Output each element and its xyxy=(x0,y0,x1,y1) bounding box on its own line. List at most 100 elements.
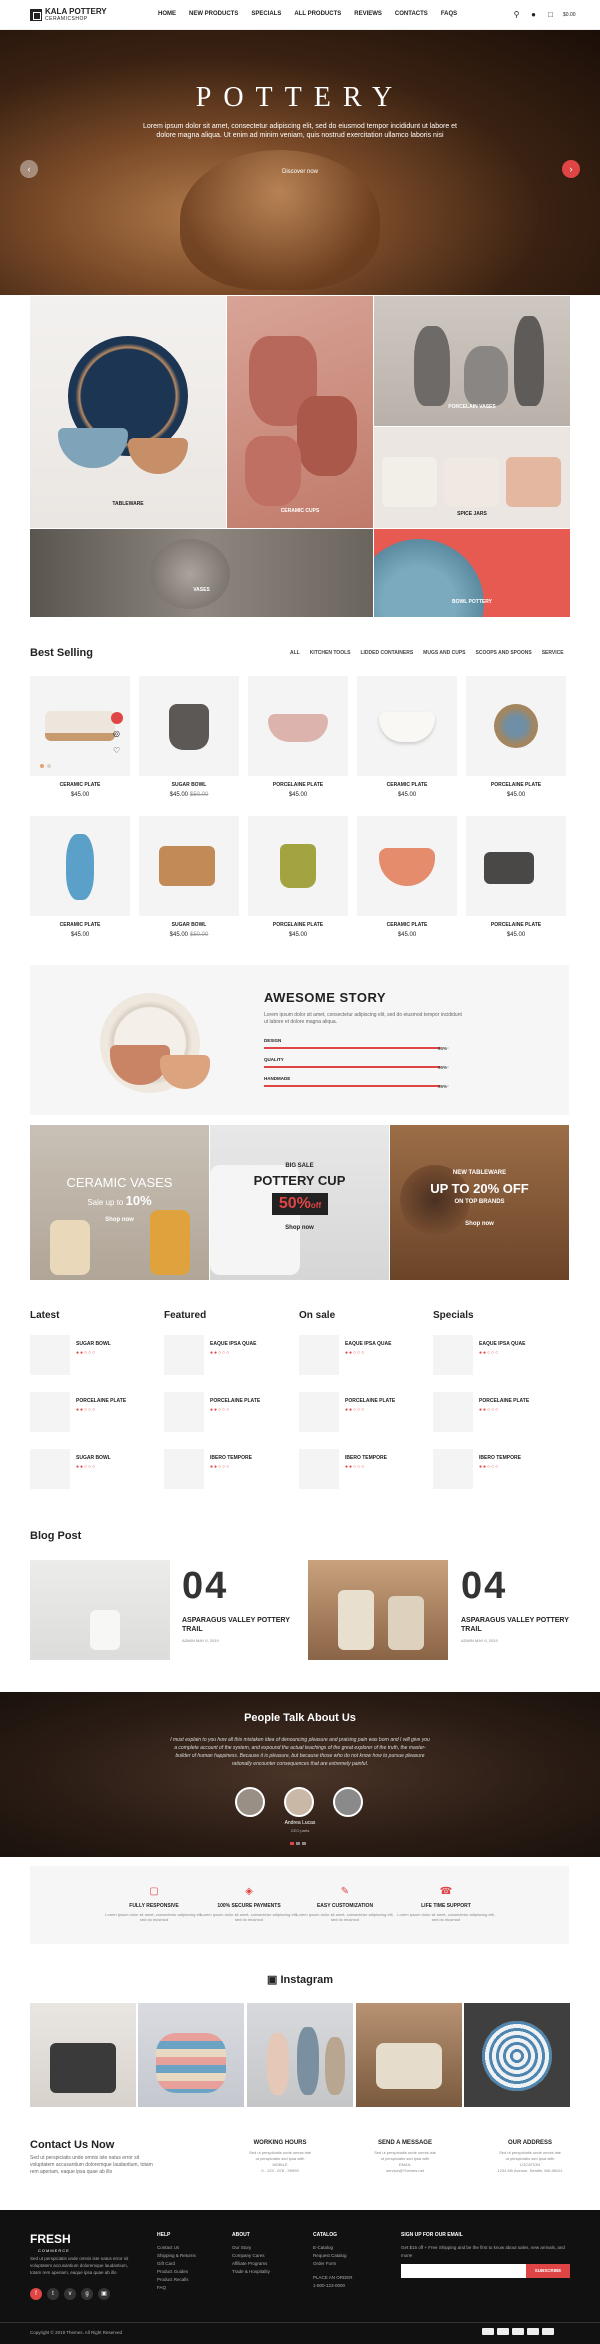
discover-button[interactable]: Discover now xyxy=(275,166,325,178)
footer-link[interactable]: Trade & Hospitality xyxy=(232,2268,270,2276)
avatar[interactable] xyxy=(333,1787,363,1817)
list-item[interactable]: IBERO TEMPORE ●●○○○ xyxy=(164,1449,294,1499)
tab-lidded-containers[interactable]: LIDDED CONTAINERS xyxy=(360,650,413,656)
footer-link[interactable]: Shipping & Returns xyxy=(157,2252,196,2260)
list-item[interactable]: PORCELAINE PLATE ●●○○○ xyxy=(299,1392,429,1442)
instagram-photo[interactable] xyxy=(30,2003,136,2107)
dot[interactable] xyxy=(296,1842,300,1845)
list-item[interactable]: EAQUE IPSA QUAE ●●○○○ xyxy=(433,1335,563,1385)
category-vases[interactable]: VASES xyxy=(30,529,373,617)
product-card[interactable]: SUGAR BOWL $45.00 $50.00 xyxy=(139,676,239,798)
item-image[interactable] xyxy=(299,1335,339,1375)
facebook-icon[interactable]: f xyxy=(30,2288,42,2300)
instagram-photo[interactable] xyxy=(464,2003,570,2107)
footer-link[interactable]: Affiliate Programs xyxy=(232,2260,270,2268)
instagram-photo[interactable] xyxy=(247,2003,353,2107)
footer-link[interactable]: Company Cares xyxy=(232,2252,270,2260)
google-plus-icon[interactable]: g xyxy=(81,2288,93,2300)
product-name[interactable]: PORCELAINE PLATE xyxy=(466,782,566,788)
item-image[interactable] xyxy=(433,1335,473,1375)
product-name[interactable]: PORCELAINE PLATE xyxy=(466,922,566,928)
item-name[interactable]: EAQUE IPSA QUAE xyxy=(479,1341,526,1347)
footer-link[interactable]: Our Story xyxy=(232,2244,270,2252)
list-item[interactable]: IBERO TEMPORE ●●○○○ xyxy=(299,1449,429,1499)
blog-image[interactable] xyxy=(308,1560,448,1660)
product-name[interactable]: CERAMIC PLATE xyxy=(357,922,457,928)
blog-image[interactable] xyxy=(30,1560,170,1660)
footer-link[interactable]: 1-800-123-0000 xyxy=(313,2282,353,2290)
item-image[interactable] xyxy=(30,1335,70,1375)
shop-now-button[interactable]: Shop now xyxy=(390,1221,569,1227)
dot[interactable] xyxy=(302,1842,306,1845)
footer-link[interactable]: Contact Us xyxy=(157,2244,196,2252)
product-card[interactable]: PORCELAINE PLATE $45.00 xyxy=(248,816,348,938)
item-image[interactable] xyxy=(299,1449,339,1489)
category-ceramic-cups[interactable]: CERAMIC CUPS xyxy=(227,296,373,528)
product-name[interactable]: CERAMIC PLATE xyxy=(30,922,130,928)
shop-now-button[interactable]: Shop now xyxy=(30,1217,209,1223)
footer-link[interactable]: Product Guides xyxy=(157,2268,196,2276)
product-image[interactable] xyxy=(139,676,239,776)
footer-link[interactable]: E-Catalog xyxy=(313,2244,353,2252)
item-name[interactable]: PORCELAINE PLATE xyxy=(479,1398,529,1404)
item-image[interactable] xyxy=(433,1392,473,1432)
logo[interactable]: KALA POTTERY CERAMICSHOP xyxy=(30,7,125,23)
product-card[interactable]: PORCELAINE PLATE $45.00 xyxy=(466,816,566,938)
wishlist-icon[interactable] xyxy=(111,712,123,724)
tab-service[interactable]: SERVICE xyxy=(542,650,564,656)
product-name[interactable]: SUGAR BOWL xyxy=(139,922,239,928)
item-image[interactable] xyxy=(299,1392,339,1432)
product-name[interactable]: CERAMIC PLATE xyxy=(357,782,457,788)
item-name[interactable]: IBERO TEMPORE xyxy=(210,1455,252,1461)
item-image[interactable] xyxy=(30,1392,70,1432)
product-image[interactable] xyxy=(466,676,566,776)
list-item[interactable]: EAQUE IPSA QUAE ●●○○○ xyxy=(164,1335,294,1385)
quickview-icon[interactable]: ◎ xyxy=(113,729,120,738)
instagram-icon[interactable]: ▣ xyxy=(98,2288,110,2300)
product-name[interactable]: PORCELAINE PLATE xyxy=(248,922,348,928)
newsletter-email-input[interactable] xyxy=(401,2264,526,2278)
item-name[interactable]: PORCELAINE PLATE xyxy=(210,1398,260,1404)
footer-link[interactable]: Product Recalls xyxy=(157,2276,196,2284)
swatch-icon[interactable] xyxy=(40,764,44,768)
blog-post-title[interactable]: ASPARAGUS VALLEY POTTERY TRAIL xyxy=(461,1616,571,1634)
footer-link[interactable]: FAQ xyxy=(157,2284,196,2292)
item-name[interactable]: IBERO TEMPORE xyxy=(345,1455,387,1461)
tab-scoops-spoons[interactable]: SCOOPS AND SPOONS xyxy=(476,650,532,656)
product-name[interactable]: SUGAR BOWL xyxy=(139,782,239,788)
list-item[interactable]: PORCELAINE PLATE ●●○○○ xyxy=(30,1392,160,1442)
dot-active[interactable] xyxy=(290,1842,294,1845)
product-image[interactable] xyxy=(248,816,348,916)
product-image[interactable] xyxy=(30,816,130,916)
footer-link[interactable]: Gift Card xyxy=(157,2260,196,2268)
item-image[interactable] xyxy=(433,1449,473,1489)
cart-total[interactable]: $0.00 xyxy=(563,12,576,18)
instagram-photo[interactable] xyxy=(138,2003,244,2107)
slider-prev-icon[interactable]: ‹ xyxy=(20,160,38,178)
avatar[interactable] xyxy=(284,1787,314,1817)
product-image[interactable] xyxy=(357,816,457,916)
nav-specials[interactable]: SPECIALS xyxy=(251,11,281,21)
cart-icon[interactable]: □ xyxy=(546,10,555,19)
item-image[interactable] xyxy=(164,1335,204,1375)
banner-ceramic-vases[interactable]: CERAMIC VASES Sale up to 10% Shop now xyxy=(30,1125,209,1280)
list-item[interactable]: PORCELAINE PLATE ●●○○○ xyxy=(433,1392,563,1442)
product-image[interactable] xyxy=(139,816,239,916)
list-item[interactable]: SUGAR BOWL ●●○○○ xyxy=(30,1449,160,1499)
category-bowl-pottery[interactable]: BOWL POTTERY xyxy=(374,529,570,617)
footer-link[interactable]: PLACE AN ORDER xyxy=(313,2274,353,2282)
search-icon[interactable]: ⚲ xyxy=(512,10,521,19)
avatar[interactable] xyxy=(235,1787,265,1817)
list-item[interactable]: EAQUE IPSA QUAE ●●○○○ xyxy=(299,1335,429,1385)
swatch-icon[interactable] xyxy=(47,764,51,768)
product-image[interactable] xyxy=(357,676,457,776)
item-image[interactable] xyxy=(30,1449,70,1489)
product-card[interactable]: CERAMIC PLATE $45.00 xyxy=(357,816,457,938)
compare-icon[interactable]: ♡ xyxy=(113,746,120,755)
product-card[interactable]: ◎ ♡ CERAMIC PLATE $45.00 xyxy=(30,676,130,798)
nav-reviews[interactable]: REVIEWS xyxy=(354,11,382,21)
item-name[interactable]: SUGAR BOWL xyxy=(76,1341,111,1347)
banner-pottery-cup[interactable]: BIG SALE POTTERY CUP 50%off Shop now xyxy=(210,1125,389,1280)
banner-new-tableware[interactable]: NEW TABLEWARE UP TO 20% OFF ON TOP BRAND… xyxy=(390,1125,569,1280)
item-name[interactable]: SUGAR BOWL xyxy=(76,1455,111,1461)
